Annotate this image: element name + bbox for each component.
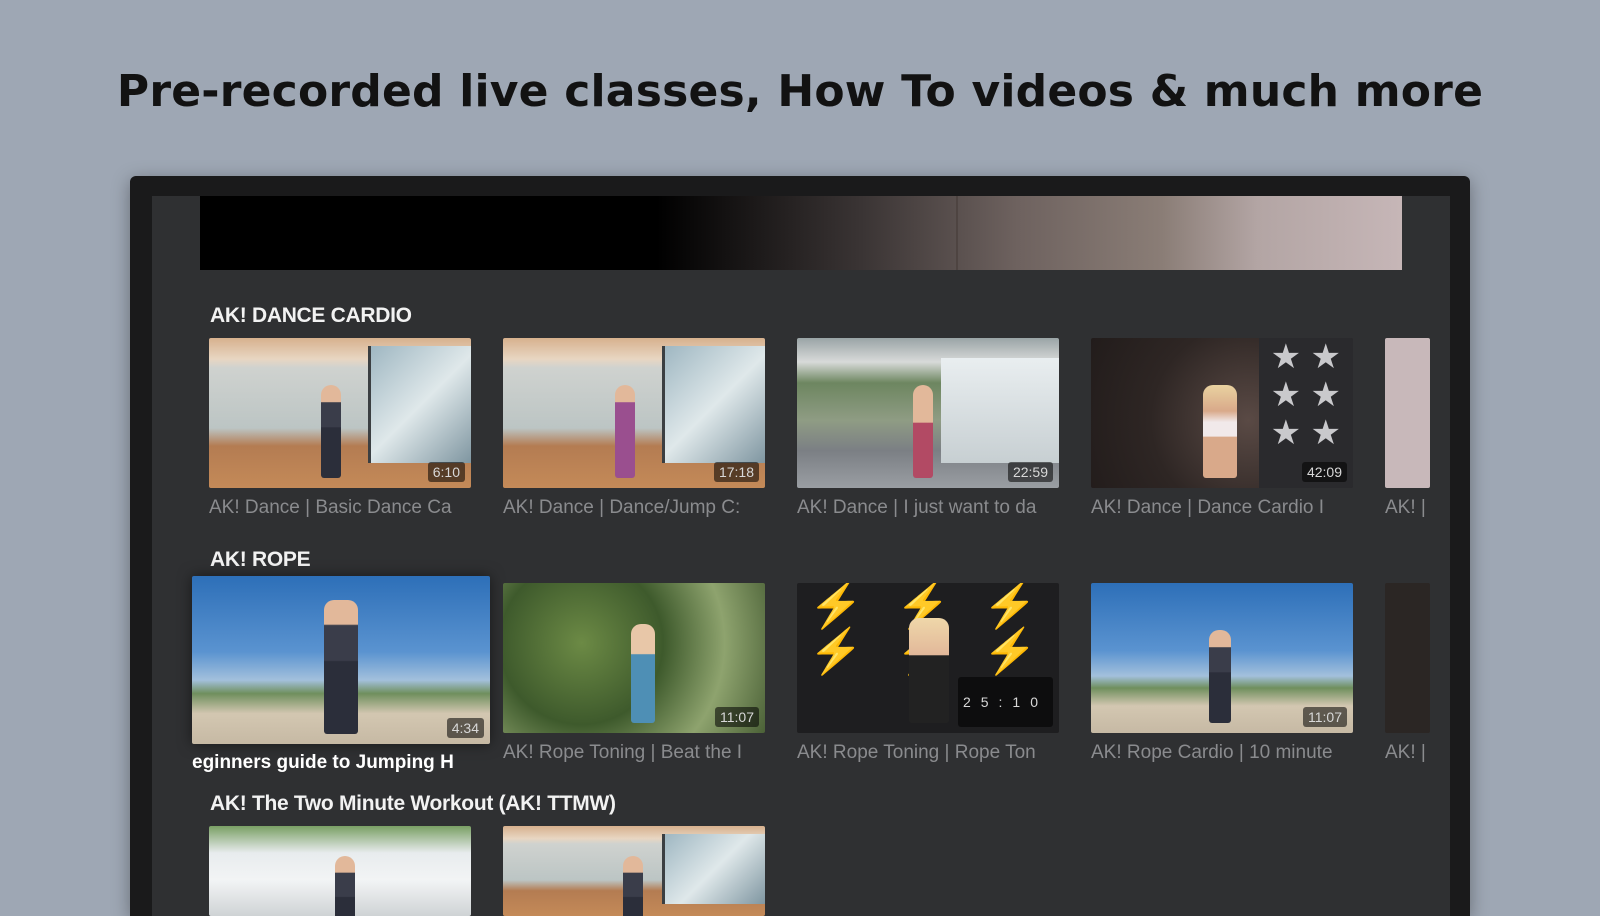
video-thumbnail bbox=[209, 826, 471, 916]
video-thumbnail bbox=[1385, 338, 1430, 488]
video-title: AK! | bbox=[1385, 497, 1426, 518]
row-title-dance-cardio: AK! DANCE CARDIO bbox=[210, 304, 412, 327]
video-tile-partial[interactable]: AK! | bbox=[1385, 338, 1450, 518]
video-title: AK! Rope Cardio | 10 minute bbox=[1091, 742, 1333, 763]
video-tile[interactable] bbox=[503, 826, 765, 916]
tv-frame: AK! DANCE CARDIO 6:10 AK! Dance | Basic … bbox=[130, 176, 1470, 916]
video-thumbnail: 6:10 bbox=[209, 338, 471, 488]
video-thumbnail: 11:07 bbox=[503, 583, 765, 733]
video-thumbnail bbox=[503, 826, 765, 916]
promo-headline: Pre-recorded live classes, How To videos… bbox=[116, 66, 1484, 117]
video-tile[interactable]: ⚡ ⚡ ⚡⚡ ⚡ ⚡ 25:10 AK! Rope Toning | Rope … bbox=[797, 583, 1059, 763]
video-tile[interactable]: 6:10 AK! Dance | Basic Dance Ca bbox=[209, 338, 471, 518]
video-thumbnail bbox=[1385, 583, 1430, 733]
video-title: AK! Dance | Dance/Jump C: bbox=[503, 497, 741, 518]
video-tile[interactable]: ★ ★ ★ ★ ★ ★ 42:09 AK! Dance | Dance Cardio… bbox=[1091, 338, 1353, 518]
video-tile-focused[interactable]: 4:34 eginners guide to Jumping H bbox=[192, 576, 490, 776]
tv-screen: AK! DANCE CARDIO 6:10 AK! Dance | Basic … bbox=[152, 196, 1450, 916]
video-thumbnail: 4:34 bbox=[192, 576, 490, 744]
video-tile[interactable]: 11:07 AK! Rope Toning | Beat the I bbox=[503, 583, 765, 763]
video-title: AK! | bbox=[1385, 742, 1426, 763]
video-tile[interactable]: 22:59 AK! Dance | I just want to da bbox=[797, 338, 1059, 518]
video-title: AK! Dance | I just want to da bbox=[797, 497, 1037, 518]
video-tile-partial[interactable]: AK! | bbox=[1385, 583, 1450, 763]
video-thumbnail: 22:59 bbox=[797, 338, 1059, 488]
video-tile[interactable]: 11:07 AK! Rope Cardio | 10 minute bbox=[1091, 583, 1353, 763]
video-duration: 4:34 bbox=[446, 718, 484, 738]
video-duration: 6:10 bbox=[427, 462, 465, 482]
video-duration: 25:10 bbox=[957, 677, 1053, 727]
video-duration: 17:18 bbox=[713, 462, 759, 482]
video-title: eginners guide to Jumping H bbox=[192, 752, 454, 773]
video-thumbnail: 17:18 bbox=[503, 338, 765, 488]
video-title: AK! Rope Toning | Beat the I bbox=[503, 742, 743, 763]
video-title: AK! Dance | Dance Cardio I bbox=[1091, 497, 1325, 518]
video-tile[interactable] bbox=[209, 826, 471, 916]
video-thumbnail: ★ ★ ★ ★ ★ ★ 42:09 bbox=[1091, 338, 1353, 488]
hero-banner[interactable] bbox=[200, 196, 1402, 270]
video-duration: 22:59 bbox=[1007, 462, 1053, 482]
row-title-two-minute-workout: AK! The Two Minute Workout (AK! TTMW) bbox=[210, 792, 616, 815]
video-thumbnail: 11:07 bbox=[1091, 583, 1353, 733]
video-title: AK! Dance | Basic Dance Ca bbox=[209, 497, 452, 518]
video-duration: 42:09 bbox=[1301, 462, 1347, 482]
video-duration: 11:07 bbox=[715, 707, 759, 727]
row-title-rope: AK! ROPE bbox=[210, 548, 311, 571]
video-thumbnail: ⚡ ⚡ ⚡⚡ ⚡ ⚡ 25:10 bbox=[797, 583, 1059, 733]
video-title: AK! Rope Toning | Rope Ton bbox=[797, 742, 1036, 763]
video-tile[interactable]: 17:18 AK! Dance | Dance/Jump C: bbox=[503, 338, 765, 518]
video-duration: 11:07 bbox=[1303, 707, 1347, 727]
